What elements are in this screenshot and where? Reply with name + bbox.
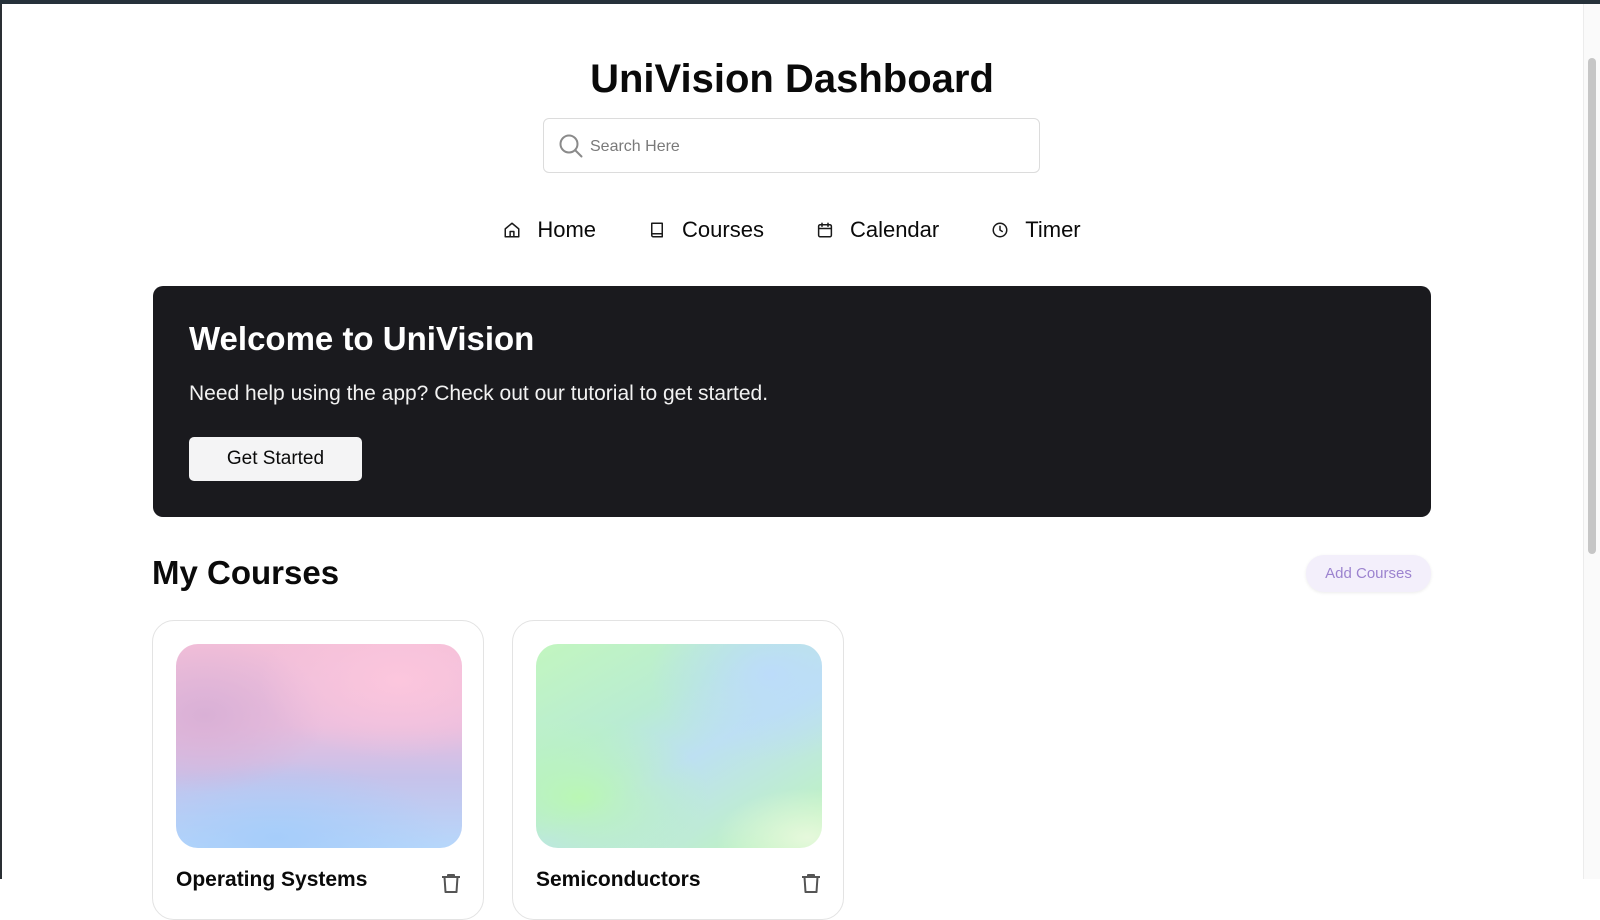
nav-item-label: Timer — [1025, 217, 1081, 242]
search-bar[interactable] — [543, 118, 1040, 174]
search-input[interactable] — [588, 119, 1032, 174]
welcome-subtitle: Need help using the app? Check out our t… — [189, 382, 769, 405]
home-icon — [504, 222, 520, 238]
scrollbar-thumb[interactable] — [1588, 58, 1596, 554]
nav-item-label: Calendar — [849, 217, 940, 242]
calendar-icon — [817, 222, 833, 238]
course-title: Semiconductors — [536, 868, 701, 891]
main-nav: Home Courses Calendar Timer — [0, 210, 1584, 250]
course-card-semiconductors[interactable]: Semiconductors — [512, 620, 844, 920]
vertical-scrollbar[interactable] — [1583, 4, 1600, 879]
book-icon — [651, 222, 664, 238]
add-courses-button[interactable]: Add Courses — [1306, 555, 1431, 592]
get-started-button[interactable]: Get Started — [189, 437, 362, 481]
nav-item-label: Home — [537, 217, 597, 242]
welcome-title: Welcome to UniVision — [189, 320, 535, 357]
course-thumbnail — [536, 644, 822, 848]
nav-item-calendar[interactable]: Calendar — [816, 217, 939, 243]
nav-item-courses[interactable]: Courses — [648, 217, 764, 243]
nav-item-home[interactable]: Home — [503, 217, 596, 243]
trash-icon[interactable] — [439, 871, 463, 895]
page-title: UniVision Dashboard — [590, 57, 994, 101]
course-thumbnail — [176, 644, 462, 848]
welcome-banner: Welcome to UniVision Need help using the… — [153, 286, 1431, 517]
trash-icon[interactable] — [799, 871, 823, 895]
clock-icon — [992, 222, 1008, 238]
course-card-operating-systems[interactable]: Operating Systems — [152, 620, 484, 920]
nav-item-timer[interactable]: Timer — [991, 217, 1081, 243]
dashboard-page: UniVision Dashboard Home Courses — [0, 0, 1584, 920]
search-icon — [559, 134, 583, 158]
course-title: Operating Systems — [176, 868, 368, 891]
nav-item-label: Courses — [682, 217, 764, 242]
my-courses-heading: My Courses — [152, 554, 340, 591]
